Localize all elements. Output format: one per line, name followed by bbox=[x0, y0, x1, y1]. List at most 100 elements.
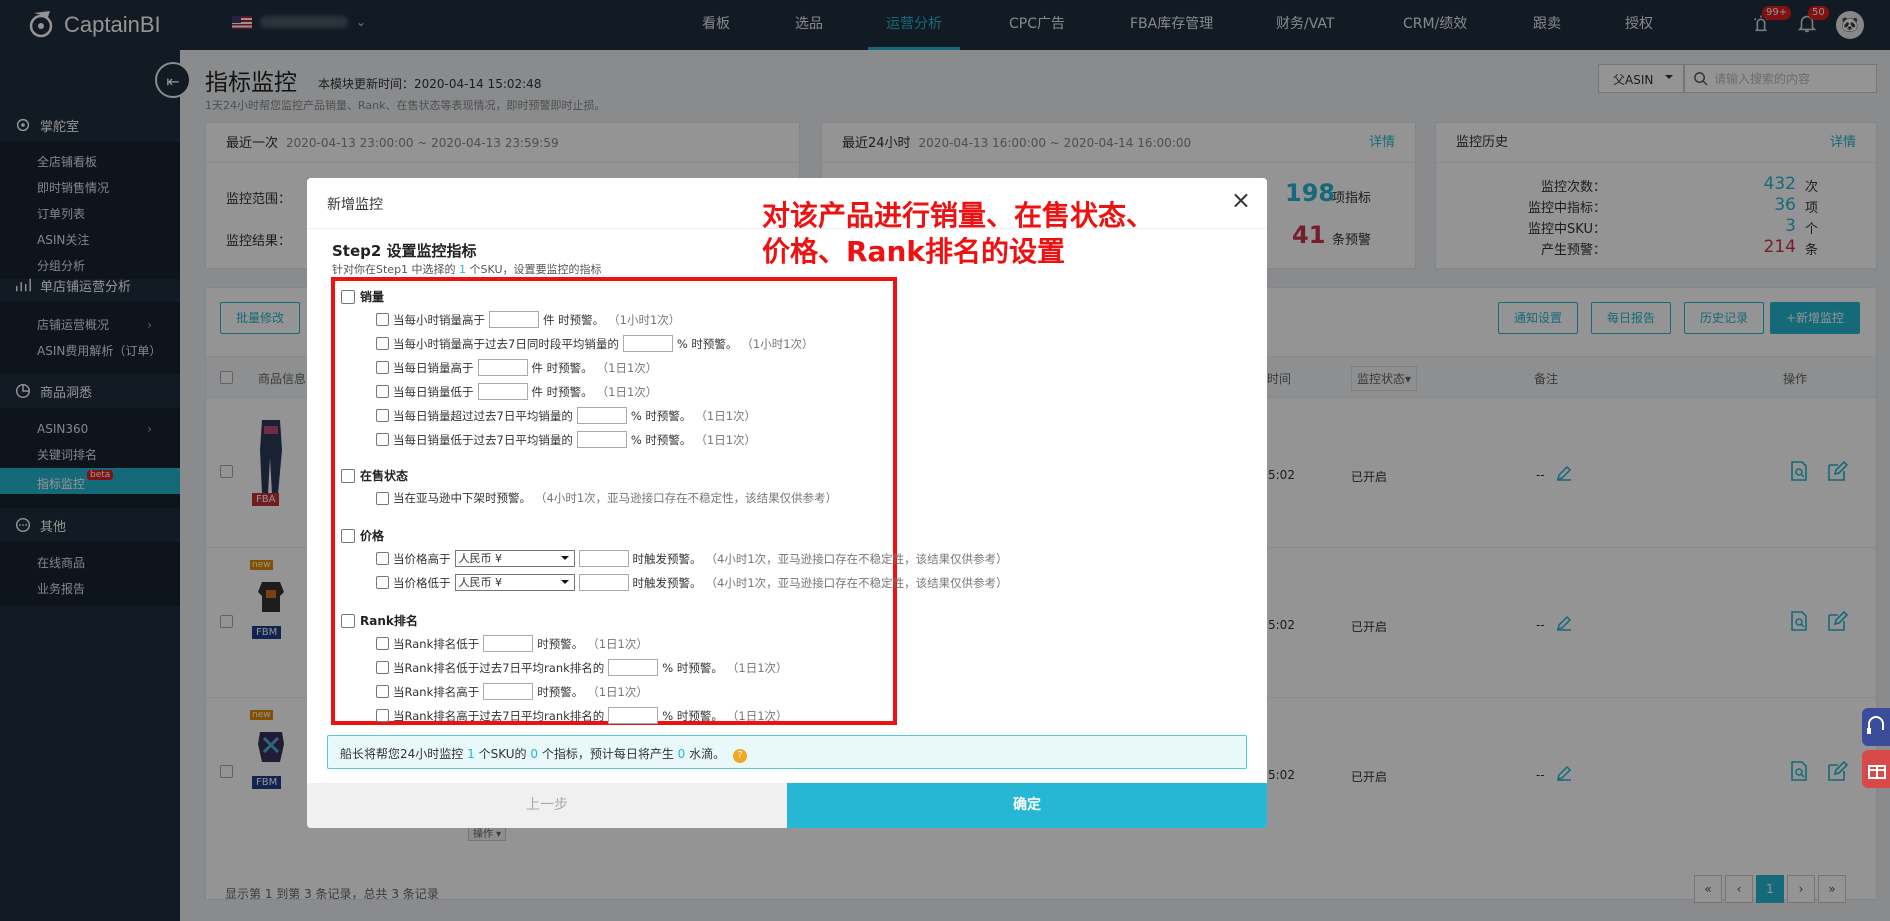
group-label: 价格 bbox=[360, 529, 385, 543]
currency-select[interactable]: 人民币 ¥ bbox=[454, 574, 575, 591]
option-checkbox[interactable] bbox=[376, 685, 389, 698]
option-note: （4小时1次，亚马逊接口存在不稳定性，该结果仅供参考） bbox=[705, 551, 1008, 566]
option-input[interactable] bbox=[576, 431, 627, 448]
group-sales-checkbox[interactable] bbox=[341, 289, 355, 304]
annotation-callout: 对该产品进行销量、在售状态、 价格、Rank排名的设置 bbox=[762, 198, 1154, 270]
option-text: 当每小时销量高于过去7日同时段平均销量的 bbox=[393, 336, 619, 351]
gift-icon[interactable] bbox=[1862, 750, 1890, 788]
group-label: 销量 bbox=[360, 290, 385, 304]
option-text: 当Rank排名高于过去7日平均rank排名的 bbox=[393, 708, 605, 723]
option-checkbox[interactable] bbox=[376, 661, 389, 674]
option-input[interactable] bbox=[578, 550, 629, 567]
group-listing-checkbox[interactable] bbox=[341, 468, 355, 483]
group-rank-checkbox[interactable] bbox=[341, 613, 355, 628]
option-input[interactable] bbox=[608, 659, 659, 676]
summary-metric-count: 0 bbox=[530, 747, 538, 761]
option-note: （1日1次） bbox=[587, 636, 648, 651]
option-row: 当Rank排名高于 时预警。 （1日1次） bbox=[376, 683, 648, 700]
option-text: 件 时预警。 bbox=[543, 312, 605, 327]
confirm-button[interactable]: 确定 bbox=[787, 783, 1267, 828]
option-checkbox[interactable] bbox=[376, 313, 389, 326]
option-input[interactable] bbox=[608, 707, 659, 724]
annotation-line: 对该产品进行销量、在售状态、 bbox=[762, 199, 1155, 232]
option-text: % 时预警。 bbox=[662, 708, 723, 723]
group-price[interactable]: 价格 bbox=[341, 527, 384, 544]
option-note: （1日1次） bbox=[587, 684, 648, 699]
option-row: 当价格低于 人民币 ¥ 时触发预警。 （4小时1次，亚马逊接口存在不稳定性，该结果仅供… bbox=[376, 574, 1008, 591]
group-price-checkbox[interactable] bbox=[341, 528, 355, 543]
step-description: 针对你在Step1 中选择的 1 个SKU，设置要监控的指标 bbox=[332, 261, 602, 277]
option-text: 当每日销量低于 bbox=[393, 384, 474, 399]
option-note: （1日1次） bbox=[726, 708, 788, 723]
option-text: 当价格高于 bbox=[393, 551, 451, 566]
option-note: （4小时1次，亚马逊接口存在不稳定性，该结果仅供参考） bbox=[535, 491, 838, 505]
prev-step-button[interactable]: 上一步 bbox=[307, 783, 787, 828]
option-checkbox[interactable] bbox=[376, 361, 389, 374]
option-row: 当Rank排名低于 时预警。 （1日1次） bbox=[376, 635, 648, 652]
summary-text: 水滴。 bbox=[689, 747, 726, 761]
option-note: （1小时1次） bbox=[741, 336, 814, 351]
option-checkbox[interactable] bbox=[376, 337, 389, 350]
option-note: （1日1次） bbox=[695, 432, 757, 447]
option-text: % 时预警。 bbox=[662, 660, 723, 675]
monitor-summary-banner: 船长将帮您24小时监控 1 个SKU的 0 个指标，预计每日将产生 0 水滴。 … bbox=[327, 735, 1247, 769]
option-input[interactable] bbox=[483, 683, 534, 700]
option-text: 当每小时销量高于 bbox=[393, 312, 485, 327]
option-text: 当Rank排名高于 bbox=[393, 684, 480, 699]
option-text: 件 时预警。 bbox=[531, 360, 593, 375]
summary-sku-count: 1 bbox=[467, 747, 475, 761]
option-text: 时触发预警。 bbox=[632, 551, 702, 566]
option-text: 时预警。 bbox=[537, 636, 584, 651]
option-text: 当每日销量超过过去7日平均销量的 bbox=[393, 408, 573, 423]
option-text: % 时预警。 bbox=[676, 336, 738, 351]
option-input[interactable] bbox=[576, 407, 627, 424]
option-checkbox[interactable] bbox=[376, 385, 389, 398]
group-label: 在售状态 bbox=[360, 469, 409, 483]
customer-service-icon[interactable] bbox=[1862, 708, 1890, 746]
summary-text: 个指标，预计每日将产生 bbox=[541, 747, 674, 761]
option-row: 当价格高于 人民币 ¥ 时触发预警。 （4小时1次，亚马逊接口存在不稳定性，该结果仅供… bbox=[376, 550, 1008, 567]
option-text: 当在亚马逊中下架时预警。 bbox=[393, 491, 531, 505]
option-input[interactable] bbox=[578, 574, 629, 591]
sku-count: 1 bbox=[459, 263, 467, 276]
option-checkbox[interactable] bbox=[376, 491, 389, 505]
option-input[interactable] bbox=[477, 359, 528, 376]
option-checkbox[interactable] bbox=[376, 552, 389, 565]
option-row: 当每日销量低于 件 时预警。 （1日1次） bbox=[376, 383, 657, 400]
group-listing-status[interactable]: 在售状态 bbox=[341, 467, 408, 484]
option-text: 当每日销量高于 bbox=[393, 360, 474, 375]
currency-select[interactable]: 人民币 ¥ bbox=[454, 550, 575, 567]
option-input[interactable] bbox=[483, 635, 534, 652]
option-checkbox[interactable] bbox=[376, 433, 389, 446]
option-row: 当在亚马逊中下架时预警。 （4小时1次，亚马逊接口存在不稳定性，该结果仅供参考） bbox=[376, 490, 837, 506]
summary-text: 船长将帮您24小时监控 bbox=[340, 747, 464, 761]
option-note: （1日1次） bbox=[596, 384, 658, 399]
step-desc-text: 针对你在Step1 中选择的 bbox=[332, 263, 456, 276]
option-text: 时预警。 bbox=[537, 684, 584, 699]
option-note: （4小时1次，亚马逊接口存在不稳定性，该结果仅供参考） bbox=[705, 575, 1008, 590]
step-desc-text: 个SKU，设置要监控的指标 bbox=[469, 263, 602, 276]
option-text: % 时预警。 bbox=[630, 408, 692, 423]
option-input[interactable] bbox=[622, 335, 673, 352]
group-label: Rank排名 bbox=[360, 614, 418, 628]
summary-water-count: 0 bbox=[677, 747, 686, 761]
option-input[interactable] bbox=[489, 311, 539, 328]
option-text: 当Rank排名低于过去7日平均rank排名的 bbox=[393, 660, 605, 675]
option-checkbox[interactable] bbox=[376, 409, 389, 422]
option-row: 当每小时销量高于过去7日同时段平均销量的 % 时预警。 （1小时1次） bbox=[376, 335, 814, 352]
option-checkbox[interactable] bbox=[376, 576, 389, 589]
help-icon[interactable]: ? bbox=[732, 749, 747, 763]
option-text: 当每日销量低于过去7日平均销量的 bbox=[393, 432, 573, 447]
option-row: 当每小时销量高于 件 时预警。 （1小时1次） bbox=[376, 311, 680, 328]
option-note: （1小时1次） bbox=[608, 312, 681, 327]
option-row: 当Rank排名低于过去7日平均rank排名的 % 时预警。 （1日1次） bbox=[376, 659, 788, 676]
option-text: % 时预警。 bbox=[630, 432, 692, 447]
option-row: 当Rank排名高于过去7日平均rank排名的 % 时预警。 （1日1次） bbox=[376, 707, 788, 724]
close-icon[interactable]: × bbox=[1231, 188, 1251, 212]
group-rank[interactable]: Rank排名 bbox=[341, 612, 418, 629]
option-checkbox[interactable] bbox=[376, 637, 389, 650]
option-checkbox[interactable] bbox=[376, 709, 389, 722]
group-sales[interactable]: 销量 bbox=[341, 288, 384, 305]
option-text: 当Rank排名低于 bbox=[393, 636, 480, 651]
option-input[interactable] bbox=[477, 383, 528, 400]
